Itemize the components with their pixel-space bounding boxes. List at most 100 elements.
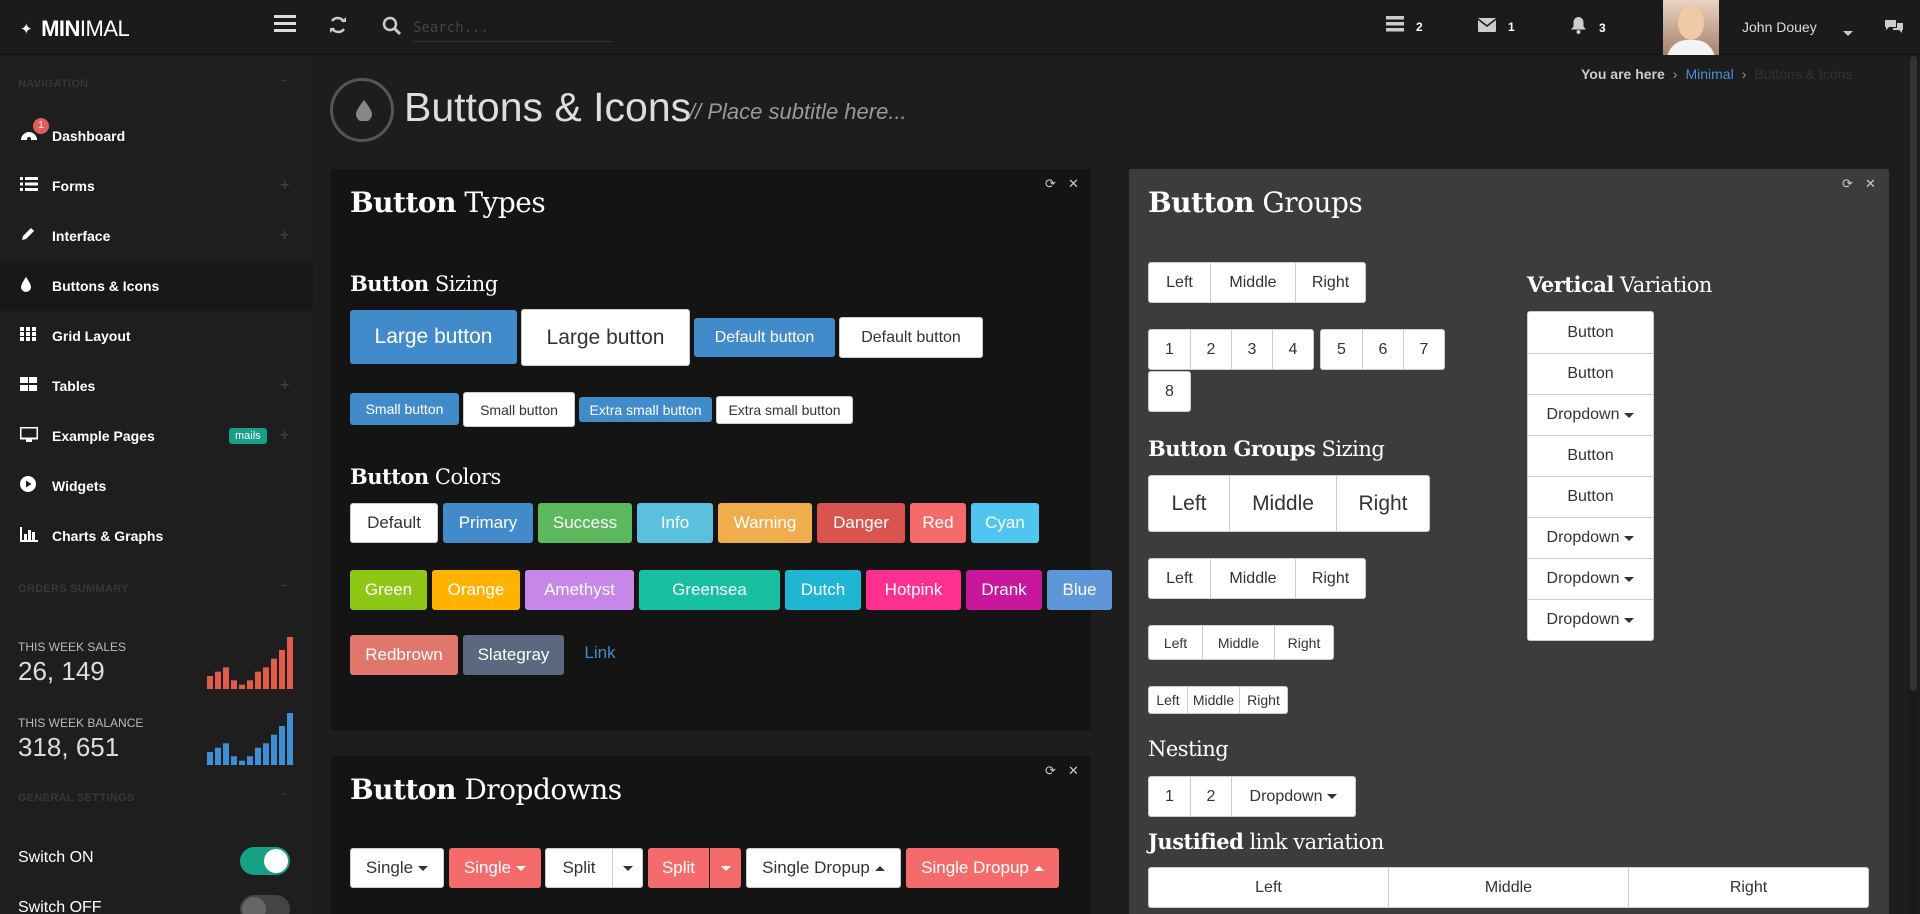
- sidebar-item-tables[interactable]: Tables +: [0, 361, 313, 411]
- group-right-button[interactable]: Right: [1239, 687, 1287, 713]
- default-button-primary[interactable]: Default button: [694, 318, 835, 357]
- group-number-button[interactable]: 2: [1190, 330, 1231, 369]
- sidebar-item-widgets[interactable]: Widgets: [0, 461, 313, 511]
- group-number-button[interactable]: 5: [1321, 330, 1362, 369]
- group-left-button[interactable]: Left: [1149, 476, 1229, 531]
- group-number-button[interactable]: 1: [1149, 330, 1190, 369]
- red-color-button[interactable]: Red: [910, 503, 966, 543]
- success-color-button[interactable]: Success: [538, 503, 632, 543]
- vertical-dropdown-button[interactable]: Dropdown: [1528, 599, 1653, 640]
- small-button-primary[interactable]: Small button: [350, 393, 459, 425]
- user-menu-caret-icon[interactable]: [1838, 25, 1853, 43]
- nested-dropdown-button[interactable]: Dropdown: [1231, 777, 1355, 816]
- xsmall-button-primary[interactable]: Extra small button: [579, 397, 712, 422]
- group-middle-button[interactable]: Middle: [1210, 263, 1295, 302]
- xsmall-button-default[interactable]: Extra small button: [716, 396, 853, 424]
- group-middle-button[interactable]: Middle: [1229, 476, 1336, 531]
- group-left-button[interactable]: Left: [1149, 687, 1187, 713]
- group-left-button[interactable]: Left: [1149, 559, 1210, 598]
- cyan-color-button[interactable]: Cyan: [971, 503, 1039, 543]
- info-color-button[interactable]: Info: [637, 503, 713, 543]
- vertical-dropdown-button[interactable]: Dropdown: [1528, 394, 1653, 435]
- primary-color-button[interactable]: Primary: [443, 503, 533, 543]
- sidebar-item-interface[interactable]: Interface +: [0, 211, 313, 261]
- menu-toggle-icon[interactable]: [274, 13, 296, 39]
- expand-plus-icon[interactable]: +: [280, 427, 289, 445]
- default-button-default[interactable]: Default button: [839, 317, 983, 358]
- group-right-button[interactable]: Right: [1295, 263, 1365, 302]
- amethyst-color-button[interactable]: Amethyst: [525, 570, 634, 610]
- group-right-button[interactable]: Right: [1274, 626, 1333, 659]
- switch-off-toggle[interactable]: [240, 895, 290, 914]
- vertical-button[interactable]: Button: [1528, 353, 1653, 394]
- sidebar-item-grid-layout[interactable]: Grid Layout: [0, 311, 313, 361]
- group-number-button[interactable]: 8: [1149, 372, 1190, 411]
- drank-color-button[interactable]: Drank: [966, 570, 1042, 610]
- hotpink-color-button[interactable]: Hotpink: [866, 570, 961, 610]
- scrollbar-thumb[interactable]: [1910, 56, 1917, 691]
- panel-refresh-icon[interactable]: ⟳: [1045, 176, 1056, 192]
- green-color-button[interactable]: Green: [350, 570, 427, 610]
- refresh-icon[interactable]: [328, 15, 348, 41]
- orange-color-button[interactable]: Orange: [432, 570, 520, 610]
- single-dropdown-red-button[interactable]: Single: [449, 848, 541, 888]
- group-right-button[interactable]: Right: [1336, 476, 1429, 531]
- danger-color-button[interactable]: Danger: [817, 503, 905, 543]
- sidebar-item-forms[interactable]: Forms +: [0, 161, 313, 211]
- sidebar-item-example-pages[interactable]: Example Pages mails +: [0, 411, 313, 461]
- panel-close-icon[interactable]: ✕: [1068, 176, 1079, 192]
- group-number-button[interactable]: 6: [1362, 330, 1403, 369]
- vertical-dropdown-button[interactable]: Dropdown: [1528, 517, 1653, 558]
- vertical-button[interactable]: Button: [1528, 312, 1653, 353]
- search-icon[interactable]: [382, 16, 402, 42]
- justified-right-link[interactable]: Right: [1628, 868, 1868, 907]
- warning-color-button[interactable]: Warning: [718, 503, 812, 543]
- justified-middle-link[interactable]: Middle: [1388, 868, 1628, 907]
- large-button-default[interactable]: Large button: [521, 309, 690, 366]
- slategray-color-button[interactable]: Slategray: [463, 635, 564, 675]
- brand-logo[interactable]: ✦ MIN IMAL: [20, 16, 130, 42]
- user-name[interactable]: John Douey: [1742, 19, 1817, 35]
- chat-icon[interactable]: [1884, 18, 1904, 40]
- group-left-button[interactable]: Left: [1149, 626, 1202, 659]
- expand-plus-icon[interactable]: +: [280, 377, 289, 395]
- dutch-color-button[interactable]: Dutch: [785, 570, 861, 610]
- group-number-button[interactable]: 4: [1272, 330, 1313, 369]
- vertical-button[interactable]: Button: [1528, 435, 1653, 476]
- single-dropdown-button[interactable]: Single: [350, 848, 444, 888]
- split-red-dropdown-toggle[interactable]: [710, 848, 741, 888]
- alerts-notification[interactable]: 3: [1570, 16, 1606, 39]
- redbrown-color-button[interactable]: Redbrown: [350, 635, 458, 675]
- vertical-dropdown-button[interactable]: Dropdown: [1528, 558, 1653, 599]
- greensea-color-button[interactable]: Greensea: [639, 570, 780, 610]
- group-number-button[interactable]: 3: [1231, 330, 1272, 369]
- group-middle-button[interactable]: Middle: [1210, 559, 1295, 598]
- default-color-button[interactable]: Default: [350, 503, 438, 543]
- sidebar-item-charts-graphs[interactable]: Charts & Graphs: [0, 511, 313, 561]
- justified-left-link[interactable]: Left: [1149, 868, 1388, 907]
- small-button-default[interactable]: Small button: [463, 392, 575, 427]
- group-left-button[interactable]: Left: [1149, 263, 1210, 302]
- split-button[interactable]: Split: [545, 848, 613, 888]
- large-button-primary[interactable]: Large button: [350, 310, 517, 364]
- panel-refresh-icon[interactable]: ⟳: [1842, 176, 1853, 192]
- expand-plus-icon[interactable]: +: [280, 177, 289, 195]
- breadcrumb-home-link[interactable]: Minimal: [1685, 66, 1733, 82]
- single-dropup-button[interactable]: Single Dropup: [746, 848, 901, 888]
- group-number-button[interactable]: 1: [1149, 777, 1190, 816]
- vertical-button[interactable]: Button: [1528, 476, 1653, 517]
- search-input[interactable]: [413, 14, 613, 42]
- group-middle-button[interactable]: Middle: [1187, 687, 1239, 713]
- link-button[interactable]: Link: [580, 633, 620, 673]
- split-red-button[interactable]: Split: [648, 848, 709, 888]
- blue-color-button[interactable]: Blue: [1047, 570, 1112, 610]
- messages-notification[interactable]: 1: [1477, 16, 1515, 37]
- expand-plus-icon[interactable]: +: [280, 227, 289, 245]
- page-scrollbar[interactable]: [1909, 56, 1918, 914]
- panel-close-icon[interactable]: ✕: [1068, 763, 1079, 779]
- panel-close-icon[interactable]: ✕: [1865, 176, 1876, 192]
- group-middle-button[interactable]: Middle: [1202, 626, 1274, 659]
- group-right-button[interactable]: Right: [1295, 559, 1365, 598]
- switch-on-toggle[interactable]: [240, 847, 290, 875]
- group-number-button[interactable]: 2: [1190, 777, 1231, 816]
